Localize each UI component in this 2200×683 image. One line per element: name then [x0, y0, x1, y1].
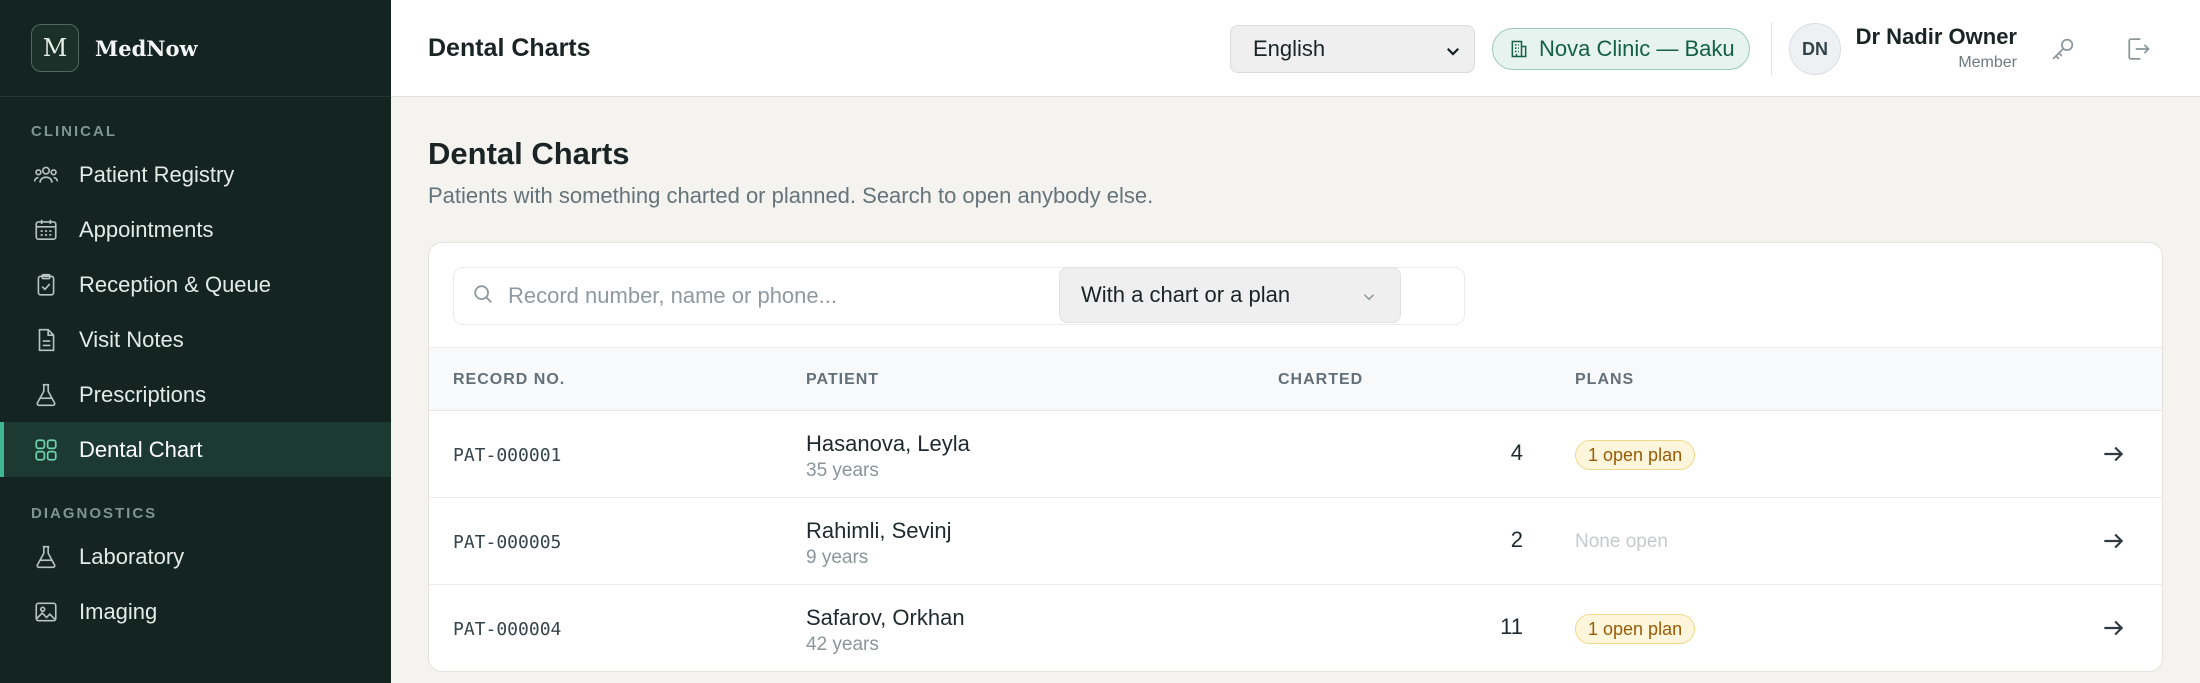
grid-icon — [31, 435, 61, 465]
image-icon — [31, 597, 61, 627]
user-info: Dr Nadir Owner Member — [1856, 24, 2017, 72]
nav-section-diagnostics: DIAGNOSTICS — [31, 504, 158, 522]
arrow-right-icon[interactable] — [2100, 441, 2126, 472]
key-icon[interactable] — [2046, 32, 2080, 66]
sidebar-item-label: Visit Notes — [79, 326, 184, 352]
sidebar-item-dental-chart[interactable]: Dental Chart — [0, 422, 391, 477]
table-row[interactable]: PAT-000001 Hasanova, Leyla 35 years 4 1 … — [429, 411, 2162, 498]
sidebar-item-reception-queue[interactable]: Reception & Queue — [0, 257, 391, 312]
arrow-right-icon[interactable] — [2100, 615, 2126, 646]
flask-icon — [31, 542, 61, 572]
patient-age: 42 years — [806, 634, 879, 655]
sidebar-item-label: Appointments — [79, 216, 214, 242]
header-title: Dental Charts — [428, 33, 591, 62]
search-input[interactable] — [508, 283, 1008, 309]
calendar-icon — [31, 215, 61, 245]
arrow-right-icon[interactable] — [2100, 528, 2126, 559]
plan-status-text: None open — [1575, 531, 1668, 552]
sidebar-item-label: Imaging — [79, 598, 158, 624]
column-header-charted: CHARTED — [1278, 371, 1364, 388]
table-row[interactable]: PAT-000005 Rahimli, Sevinj 9 years 2 Non… — [429, 498, 2162, 585]
chevron-down-icon — [1360, 286, 1378, 312]
sidebar-item-prescriptions[interactable]: Prescriptions — [0, 367, 391, 422]
user-role: Member — [1958, 54, 2017, 71]
sidebar-item-label: Patient Registry — [79, 161, 235, 187]
chevron-down-icon — [1444, 40, 1462, 66]
building-icon — [1509, 39, 1529, 59]
column-header-record: RECORD NO. — [453, 371, 566, 388]
language-select-value: English — [1253, 36, 1326, 61]
column-header-plans: PLANS — [1575, 371, 1635, 388]
nav-section-clinical: CLINICAL — [31, 122, 117, 140]
filter-select-value: With a chart or a plan — [1081, 282, 1291, 307]
avatar[interactable]: DN — [1789, 23, 1841, 75]
filter-select[interactable]: With a chart or a plan — [1059, 267, 1401, 323]
patient-name: Rahimli, Sevinj — [806, 518, 952, 543]
patient-name: Safarov, Orkhan — [806, 605, 965, 630]
patients-card: With a chart or a plan RECORD NO. PATIEN… — [428, 242, 2163, 672]
plan-status-badge: 1 open plan — [1575, 440, 1696, 470]
table-header: RECORD NO. PATIENT CHARTED PLANS — [429, 347, 2162, 411]
charted-count: 4 — [1510, 440, 1523, 465]
brand-name: MedNow — [95, 35, 198, 61]
search-icon — [472, 283, 494, 310]
record-number: PAT-000004 — [453, 619, 562, 640]
page-title: Dental Charts — [428, 136, 630, 171]
brand[interactable]: M MedNow — [0, 0, 391, 97]
patient-age: 9 years — [806, 547, 869, 568]
user-name: Dr Nadir Owner — [1855, 24, 2017, 49]
table-row[interactable]: PAT-000004 Safarov, Orkhan 42 years 11 1… — [429, 585, 2162, 671]
page-subtitle: Patients with something charted or plann… — [428, 183, 1154, 208]
sidebar-item-label: Laboratory — [79, 543, 185, 569]
sidebar-item-label: Reception & Queue — [79, 271, 272, 297]
top-header: Dental Charts English Nova Clinic — Baku… — [391, 0, 2200, 97]
charted-count: 2 — [1510, 527, 1523, 552]
language-select[interactable]: English — [1230, 25, 1475, 73]
patient-name: Hasanova, Leyla — [806, 431, 970, 456]
record-number: PAT-000001 — [453, 445, 562, 466]
clipboard-check-icon — [31, 270, 61, 300]
charted-count: 11 — [1500, 614, 1523, 639]
sidebar: M MedNow CLINICAL Patient Registry Appoi… — [0, 0, 391, 683]
document-icon — [31, 325, 61, 355]
sidebar-item-appointments[interactable]: Appointments — [0, 202, 391, 257]
header-divider — [1771, 22, 1772, 76]
users-icon — [31, 160, 61, 190]
sidebar-item-laboratory[interactable]: Laboratory — [0, 529, 391, 584]
sidebar-item-visit-notes[interactable]: Visit Notes — [0, 312, 391, 367]
sidebar-item-imaging[interactable]: Imaging — [0, 584, 391, 639]
logout-icon[interactable] — [2121, 32, 2155, 66]
column-header-patient: PATIENT — [806, 371, 880, 388]
clinic-badge[interactable]: Nova Clinic — Baku — [1492, 28, 1750, 70]
flask-icon — [31, 380, 61, 410]
plan-status-badge: 1 open plan — [1575, 614, 1696, 644]
sidebar-item-label: Dental Chart — [79, 436, 203, 462]
record-number: PAT-000005 — [453, 532, 562, 553]
patient-age: 35 years — [806, 460, 879, 481]
sidebar-item-label: Prescriptions — [79, 381, 207, 407]
sidebar-item-patient-registry[interactable]: Patient Registry — [0, 147, 391, 202]
clinic-name: Nova Clinic — Baku — [1539, 36, 1735, 61]
brand-logo: M — [31, 24, 79, 72]
